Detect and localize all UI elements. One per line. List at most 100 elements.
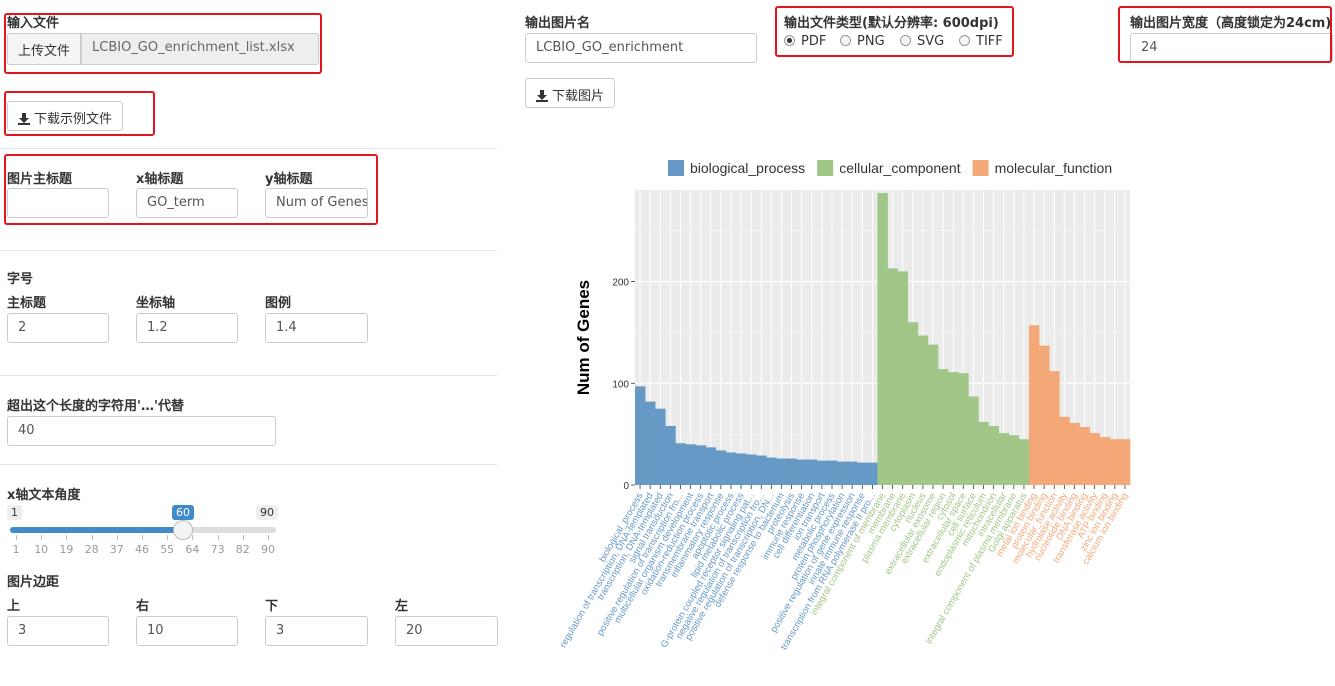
slider-tick-label: 90	[261, 543, 275, 556]
margin-top-label: 上	[7, 599, 21, 614]
bar	[1039, 345, 1050, 485]
bar	[1018, 439, 1030, 485]
bar	[1089, 433, 1100, 485]
download-image-label: 下载图片	[552, 89, 605, 104]
bar	[1059, 416, 1070, 485]
slider-tick-label: 37	[109, 543, 124, 556]
divider	[0, 375, 497, 376]
bar	[1099, 437, 1111, 485]
angle-label: x轴文本角度	[7, 488, 81, 503]
bar	[826, 460, 838, 485]
y-tick-label: 100	[612, 379, 629, 390]
font-axis-label: 坐标轴	[136, 296, 176, 311]
bar	[776, 458, 787, 485]
slider-tick-label: 55	[160, 543, 175, 556]
margin-right-label: 右	[136, 599, 150, 614]
slider-tick-label: 1	[12, 543, 20, 556]
bar	[917, 335, 929, 485]
font-legend-label: 图例	[265, 296, 292, 311]
slider-tick-mark	[41, 535, 43, 540]
margin-left-input[interactable]: 20	[395, 616, 498, 646]
slider-value-label: 60	[172, 505, 194, 520]
font-legend-input[interactable]: 1.4	[265, 313, 368, 343]
slider-tick-mark	[217, 535, 219, 540]
slider-tick-label: 73	[210, 543, 225, 556]
slider-tick-mark	[242, 535, 244, 540]
font-size-section: 字号	[7, 272, 34, 287]
margin-bottom-input[interactable]: 3	[265, 616, 368, 646]
bar	[806, 459, 818, 485]
truncate-label: 超出这个长度的字符用'…'代替	[7, 399, 184, 414]
bar	[1049, 371, 1060, 485]
highlight-box-titles	[4, 154, 378, 225]
slider-tick-mark	[268, 535, 269, 540]
bar	[675, 443, 686, 485]
bar	[665, 426, 676, 485]
legend-label: cellular_component	[839, 160, 961, 176]
bar	[938, 369, 949, 485]
download-icon	[536, 90, 548, 102]
slider-fill	[10, 527, 184, 533]
legend-key	[817, 160, 834, 176]
x-axis: biological_processregulation of transcri…	[558, 485, 1131, 652]
download-image-button[interactable]: 下载图片	[525, 78, 616, 108]
bar	[948, 372, 959, 485]
bar	[927, 344, 939, 485]
output-name-label: 输出图片名	[525, 16, 591, 31]
bar	[746, 454, 757, 485]
margin-section: 图片边距	[7, 575, 60, 590]
y-axis: 0 100 200	[612, 278, 635, 492]
slider-tick-label: 10	[34, 543, 49, 556]
bar	[1119, 439, 1131, 485]
bar	[715, 450, 727, 485]
margin-top-input[interactable]: 3	[7, 616, 109, 646]
bar	[847, 461, 858, 485]
divider	[0, 148, 497, 149]
slider-tick-mark	[66, 535, 68, 540]
bar	[867, 462, 878, 485]
bar	[988, 426, 999, 485]
slider-tick-mark	[142, 535, 143, 540]
bar	[756, 455, 767, 485]
bar	[1028, 325, 1040, 485]
highlight-box-upload	[4, 13, 322, 74]
bar	[786, 458, 797, 485]
highlight-box-width	[1118, 6, 1332, 63]
y-tick-label: 200	[612, 278, 629, 289]
bar	[978, 421, 989, 485]
bar	[958, 373, 969, 485]
bar	[1079, 427, 1090, 485]
truncate-input[interactable]: 40	[7, 416, 276, 446]
legend-label: biological_process	[690, 160, 805, 176]
bar	[998, 433, 1010, 485]
margin-right-input[interactable]: 10	[136, 616, 238, 646]
bar	[725, 452, 737, 485]
bar	[766, 457, 777, 485]
bar	[968, 396, 979, 485]
bar	[736, 453, 747, 485]
bar	[1069, 422, 1080, 485]
slider-tick-label: 82	[235, 543, 250, 556]
slider-max-label: 90	[256, 505, 278, 520]
bar	[655, 408, 666, 485]
slider-min-label: 1	[7, 505, 22, 520]
bar	[837, 461, 848, 485]
slider-tick-mark	[16, 535, 17, 540]
output-name-input[interactable]: LCBIO_GO_enrichment	[525, 33, 757, 63]
font-main-input[interactable]: 2	[7, 313, 109, 343]
bar	[705, 447, 717, 485]
slider-tick-mark	[192, 535, 194, 540]
margin-left-label: 左	[395, 599, 409, 614]
slider-tick-label: 19	[59, 543, 74, 556]
slider-tick-mark	[91, 535, 93, 540]
slider-tick-label: 46	[135, 543, 149, 556]
legend-label: molecular_function	[995, 160, 1113, 176]
legend-key	[972, 160, 989, 176]
divider	[0, 464, 497, 465]
font-axis-input[interactable]: 1.2	[136, 313, 238, 343]
bar	[796, 459, 808, 485]
y-tick-label: 0	[623, 481, 629, 492]
bar	[907, 322, 919, 485]
bar	[877, 193, 888, 485]
slider-handle[interactable]	[173, 520, 194, 540]
